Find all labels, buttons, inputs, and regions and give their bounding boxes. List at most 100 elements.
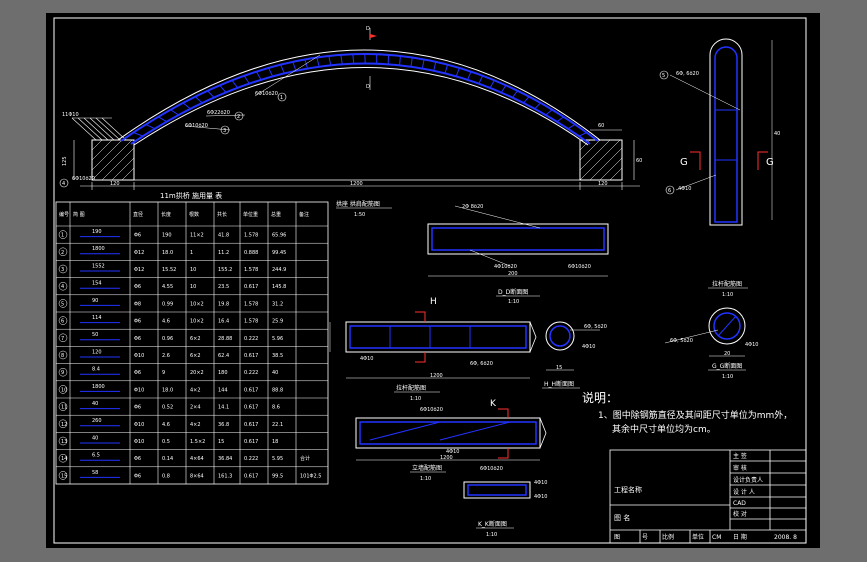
table-cell-unit: 0.222 (244, 336, 258, 342)
dim-height-left: 125 (62, 156, 68, 166)
svg-text:6: 6 (668, 188, 671, 194)
table-cell-weight: 8.6 (272, 405, 280, 411)
table-cell-dia: Φ8 (134, 301, 141, 307)
arch-rebar-label-2: 6Φ10ö20 (185, 123, 208, 129)
table-cell-unit: 1.578 (244, 319, 258, 325)
table-cell-note: 101Φ2.5 (300, 473, 321, 479)
table-cell-total: 155.2 (218, 267, 232, 273)
table-cell-weight: 99.45 (272, 250, 286, 256)
notes-line-1: 1、图中除钢筋直径及其间距尺寸单位为mm外， (598, 409, 792, 421)
drawing-label: 图 名 (614, 513, 630, 522)
hh-rebar-b: 4Φ10 (582, 344, 595, 350)
table-cell-len: 4.55 (162, 284, 173, 290)
table-cell-dia: Φ6 (134, 284, 141, 290)
arch-rebar-label-left: 11Φ10 (62, 112, 79, 118)
table-cell-sketch: 120 (92, 349, 102, 355)
svg-text:CAD: CAD (733, 500, 746, 507)
table-cell-count: 10 (190, 267, 196, 273)
table-cell-unit: 0.617 (244, 422, 258, 428)
table-cell-no: 6 (61, 319, 64, 325)
table-cell-total: 14.1 (218, 405, 229, 411)
table-cell-sketch: 1800 (92, 384, 105, 390)
table-cell-sketch: 58 (92, 470, 98, 476)
wall-dim: 1200 (440, 455, 453, 461)
table-cell-weight: 25.9 (272, 319, 283, 325)
svg-text:1: 1 (280, 95, 283, 101)
table-cell-sketch: 50 (92, 332, 98, 338)
table-cell-len: 0.14 (162, 456, 173, 462)
notes-line-2: 其余中尺寸单位均为cm。 (612, 423, 716, 435)
table-cell-no: 14 (61, 456, 67, 462)
g-rebar-a: 6Φ, 6ö20 (676, 71, 699, 77)
table-cell-weight: 5.95 (272, 456, 283, 462)
table-cell-weight: 38.5 (272, 353, 283, 359)
table-cell-weight: 31.2 (272, 301, 283, 307)
table-cell-no: 12 (61, 422, 67, 428)
table-cell-len: 0.52 (162, 405, 173, 411)
dim-base-right: 120 (598, 181, 608, 187)
table-cell-total: 23.5 (218, 284, 229, 290)
dim-top-right: 60 (598, 123, 604, 129)
svg-text:图: 图 (614, 534, 620, 541)
tie-dim: 1200 (430, 373, 443, 379)
table-cell-total: 180 (218, 370, 228, 376)
table-cell-weight: 22.1 (272, 422, 283, 428)
dd-title: D_D断面图 (498, 288, 528, 296)
table-cell-dia: Φ6 (134, 473, 141, 479)
table-cell-sketch: 190 (92, 229, 102, 235)
gg-scale: 1:10 (722, 374, 733, 380)
wall-scale: 1:10 (420, 476, 431, 482)
table-cell-sketch: 90 (92, 298, 98, 304)
table-cell-total: 15 (218, 439, 224, 445)
table-cell-dia: Φ6 (134, 233, 141, 239)
kk-scale: 1:10 (486, 532, 497, 538)
table-cell-no: 10 (61, 387, 67, 393)
table-cell-len: 4.6 (162, 319, 170, 325)
table-cell-total: 161.3 (218, 473, 232, 479)
table-cell-count: 10×2 (190, 319, 204, 325)
table-cell-sketch: 260 (92, 418, 102, 424)
table-cell-total: 36.84 (218, 456, 232, 462)
table-cell-dia: Φ12 (134, 250, 144, 256)
table-cell-weight: 88.8 (272, 387, 283, 393)
table-cell-dia: Φ10 (134, 422, 144, 428)
dd-scale: 1:10 (508, 299, 519, 305)
table-cell-count: 4×64 (190, 456, 204, 462)
table-cell-unit: 1.578 (244, 267, 258, 273)
table-cell-total: 36.8 (218, 422, 229, 428)
svg-text:号: 号 (642, 534, 648, 541)
table-cell-sketch: 40 (92, 401, 98, 407)
dim-span: 1200 (350, 181, 363, 187)
table-cell-unit: 0.617 (244, 353, 258, 359)
table-cell-note: 合计 (300, 455, 310, 462)
table-cell-dia: Φ12 (134, 267, 144, 273)
table-cell-total: 16.4 (218, 319, 229, 325)
table-header-cell: 共长 (217, 211, 227, 218)
arch-stirrup (364, 53, 366, 64)
table-cell-count: 2×4 (190, 405, 201, 411)
table-cell-no: 9 (61, 370, 64, 376)
table-header-cell: 编号 (59, 211, 69, 218)
wall-title: 立墙配筋图 (412, 464, 442, 472)
table-cell-len: 18.0 (162, 250, 173, 256)
gg-dim: 20 (724, 351, 730, 357)
g-rebar-b: 4Φ10 (678, 186, 691, 192)
hh-rebar-a: 6Φ, 5ö20 (584, 324, 607, 330)
table-cell-unit: 0.888 (244, 250, 258, 256)
g-elev-title: 拉杆配筋图 (712, 280, 742, 288)
table-cell-count: 6×2 (190, 353, 201, 359)
table-cell-len: 0.5 (162, 439, 170, 445)
table-cell-sketch: 6.5 (92, 453, 100, 459)
table-cell-len: 2.6 (162, 353, 170, 359)
kk-title: K_K断面图 (478, 520, 507, 528)
table-cell-total: 41.8 (218, 233, 229, 239)
hh-title: H_H断面图 (544, 380, 574, 388)
tie-label-b: 6Φ, 6ö20 (470, 361, 493, 367)
table-header-cell: 总重 (271, 211, 281, 218)
svg-text:审 核: 审 核 (733, 464, 747, 472)
table-header-cell: 根数 (189, 211, 199, 218)
table-cell-count: 11×2 (190, 233, 204, 239)
arch-rebar-label-bottom: 6Φ10ö20 (72, 176, 95, 182)
table-cell-count: 4×2 (190, 422, 201, 428)
table-cell-count: 1 (190, 250, 193, 256)
